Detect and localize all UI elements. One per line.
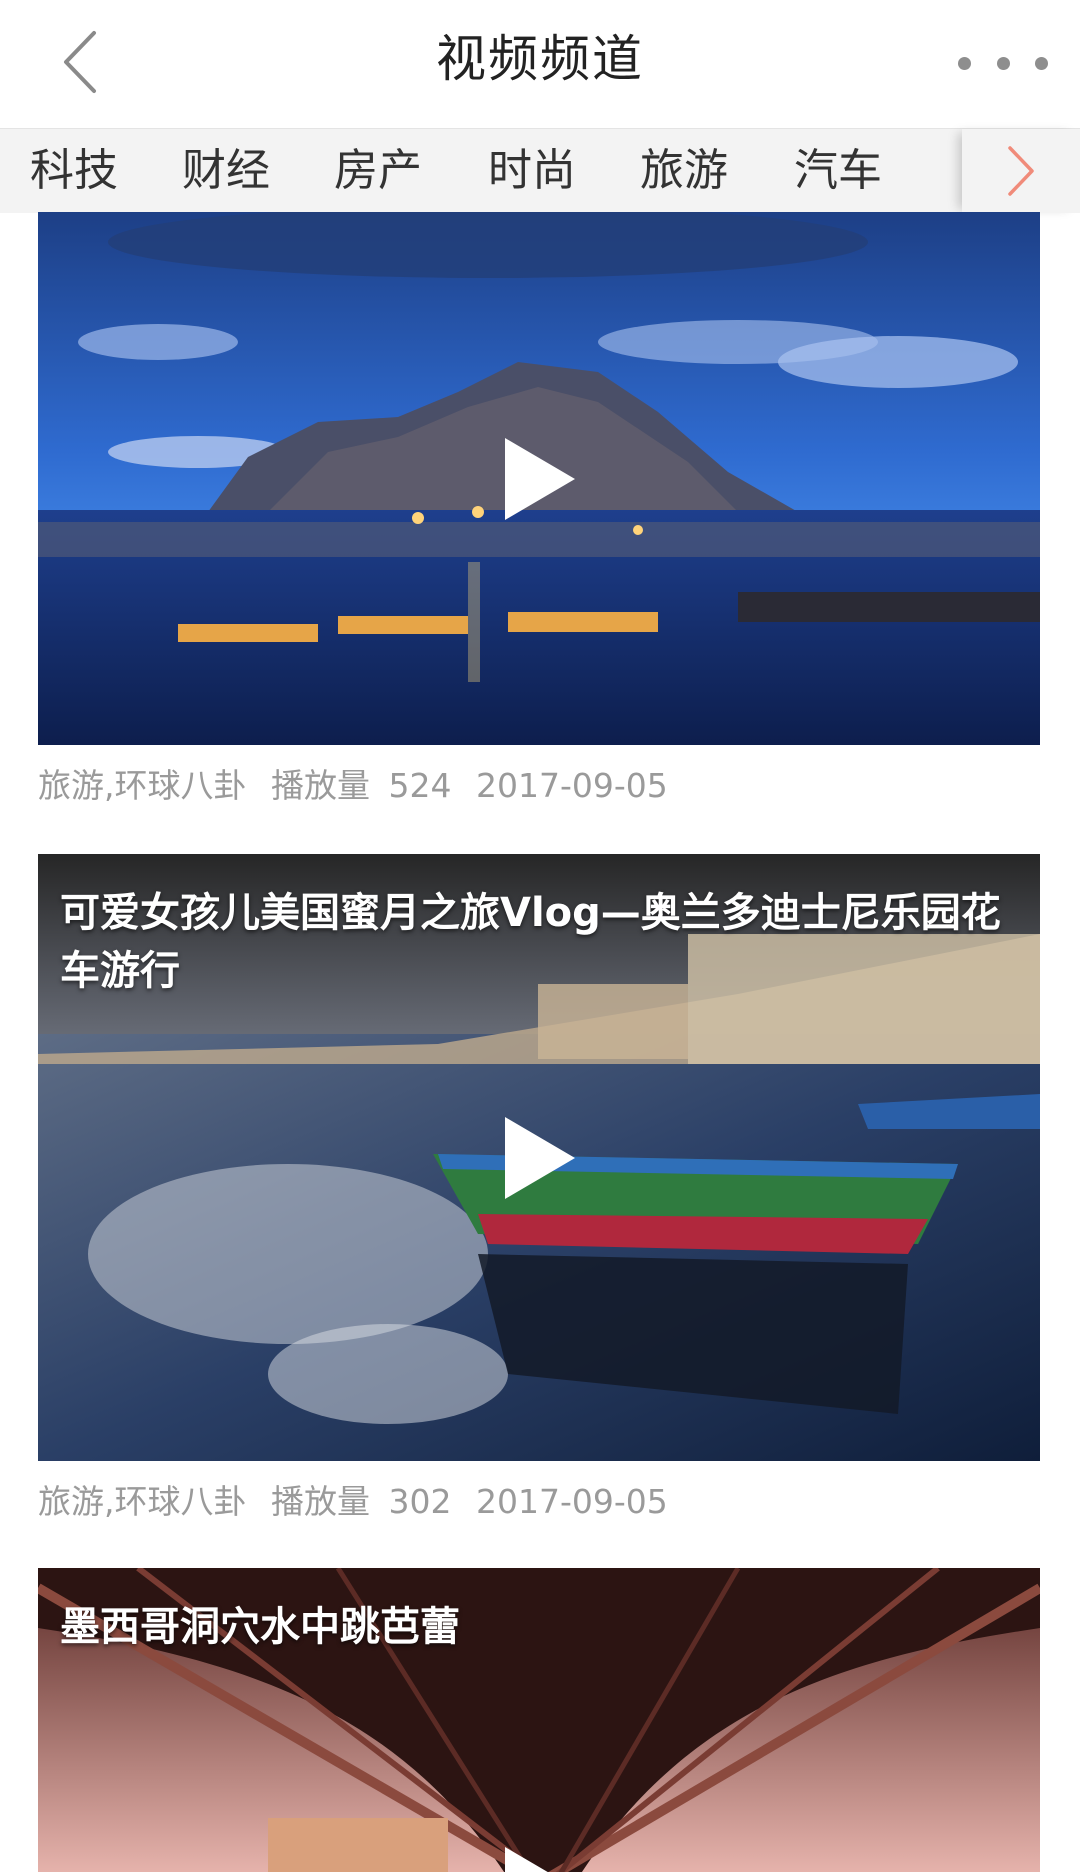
video-card[interactable]: 可爱女孩儿美国蜜月之旅Vlog—奥兰多迪士尼乐园花车游行 旅游,环球八卦 播放量… xyxy=(38,854,1040,1543)
video-thumbnail[interactable]: 墨西哥洞穴水中跳芭蕾 xyxy=(38,1568,1040,1872)
chevron-right-icon xyxy=(1008,146,1034,196)
more-options-button[interactable] xyxy=(958,40,1048,86)
play-count: 524 xyxy=(388,766,452,805)
category-tab-bar: 科技 财经 房产 时尚 旅游 汽车 xyxy=(0,128,1080,213)
video-meta: 旅游,环球八卦 播放量 302 2017-09-05 xyxy=(38,1461,1040,1543)
video-thumbnail[interactable] xyxy=(38,212,1040,745)
video-thumbnail[interactable]: 可爱女孩儿美国蜜月之旅Vlog—奥兰多迪士尼乐园花车游行 xyxy=(38,854,1040,1461)
video-title: 墨西哥洞穴水中跳芭蕾 xyxy=(60,1604,460,1650)
tab-keji[interactable]: 科技 xyxy=(30,129,118,213)
tab-shishang[interactable]: 时尚 xyxy=(488,129,576,213)
tab-caijing[interactable]: 财经 xyxy=(182,129,270,213)
video-card[interactable]: 旅游,环球八卦 播放量 524 2017-09-05 xyxy=(38,212,1040,827)
video-tags: 旅游,环球八卦 xyxy=(38,1482,247,1521)
video-date: 2017-09-05 xyxy=(476,1482,668,1521)
video-tags: 旅游,环球八卦 xyxy=(38,766,247,805)
more-dots-icon xyxy=(958,56,971,70)
play-icon[interactable] xyxy=(499,1113,579,1203)
top-nav-bar: 视频频道 xyxy=(0,0,1080,128)
video-card[interactable]: 墨西哥洞穴水中跳芭蕾 xyxy=(38,1568,1040,1872)
more-categories-button[interactable] xyxy=(962,129,1080,213)
tab-qiche[interactable]: 汽车 xyxy=(794,129,882,213)
play-count-label: 播放量 xyxy=(271,766,370,805)
play-count: 302 xyxy=(388,1482,452,1521)
play-icon[interactable] xyxy=(499,434,579,524)
tab-lvyou[interactable]: 旅游 xyxy=(640,129,728,213)
video-date: 2017-09-05 xyxy=(476,766,668,805)
play-count-label: 播放量 xyxy=(271,1482,370,1521)
tab-fangchan[interactable]: 房产 xyxy=(334,129,422,213)
video-meta: 旅游,环球八卦 播放量 524 2017-09-05 xyxy=(38,745,1040,827)
play-icon[interactable] xyxy=(499,1843,579,1872)
more-dot xyxy=(996,56,1010,70)
video-title: 可爱女孩儿美国蜜月之旅Vlog—奥兰多迪士尼乐园花车游行 xyxy=(60,890,1001,994)
video-feed: 旅游,环球八卦 播放量 524 2017-09-05 可爱女孩儿美国蜜月之旅Vl… xyxy=(0,212,1080,1872)
page-title: 视频频道 xyxy=(436,30,644,88)
more-dot xyxy=(1035,56,1048,70)
